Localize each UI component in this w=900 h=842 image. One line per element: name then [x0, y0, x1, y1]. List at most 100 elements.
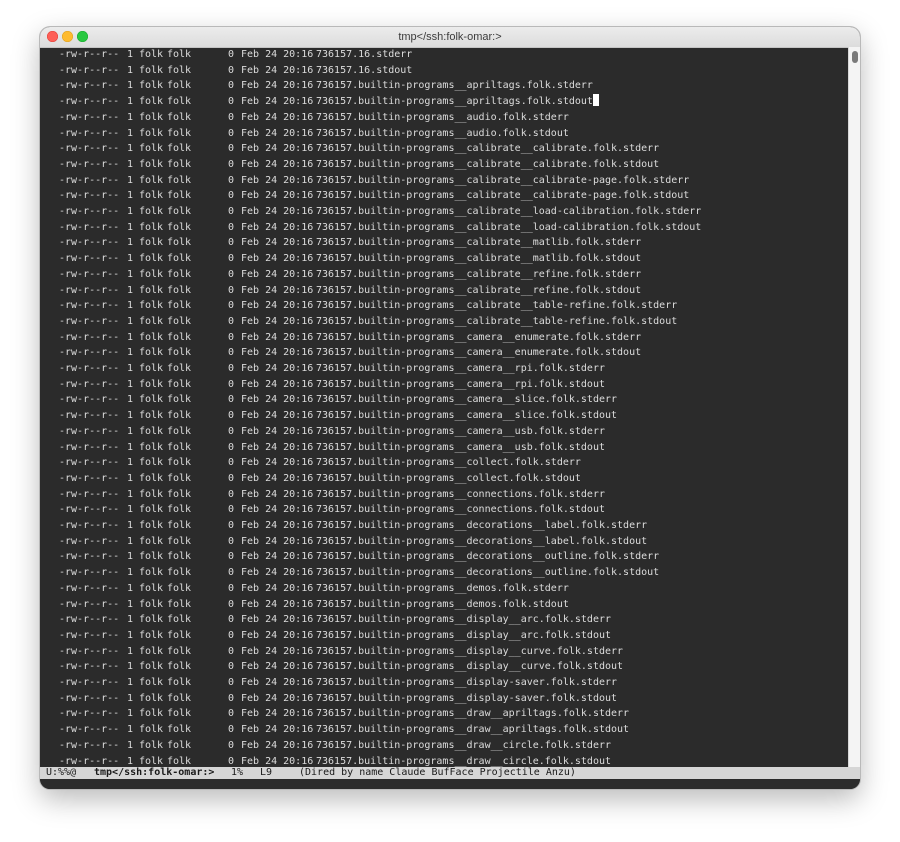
scrollbar-thumb[interactable] — [852, 51, 858, 63]
file-name[interactable]: 736157.builtin-programs__draw__circle.fo… — [316, 754, 611, 768]
file-name[interactable]: 736157.builtin-programs__calibrate__cali… — [316, 173, 689, 189]
dired-buffer[interactable]: -rw-r--r-- 1 folk folk 0 Feb 24 20:16 736157.1… — [40, 47, 848, 767]
file-perm: -rw-r--r-- — [59, 300, 120, 312]
file-links: 1 — [127, 378, 134, 390]
file-name[interactable]: 736157.builtin-programs__display__arc.fo… — [316, 628, 611, 644]
file-name[interactable]: 736157.builtin-programs__audio.folk.stdo… — [316, 126, 569, 142]
file-name[interactable]: 736157.builtin-programs__calibrate__matl… — [316, 251, 641, 267]
file-date: Feb 24 20:16 — [241, 535, 314, 547]
file-date: Feb 24 20:16 — [241, 378, 314, 390]
file-links: 1 — [127, 488, 134, 500]
file-name[interactable]: 736157.builtin-programs__demos.folk.stde… — [316, 581, 569, 597]
file-name[interactable]: 736157.builtin-programs__camera__slice.f… — [316, 408, 617, 424]
file-perm: -rw-r--r-- — [59, 206, 120, 217]
file-perm: -rw-r--r-- — [59, 331, 120, 343]
file-name[interactable]: 736157.builtin-programs__calibrate__cali… — [316, 188, 689, 204]
mode-line-major-minor-modes[interactable]: (Dired by name Claude BufFace Projectile… — [299, 767, 576, 779]
file-name[interactable]: 736157.16.stderr — [316, 47, 412, 63]
file-size: 0 — [228, 535, 235, 547]
file-date: Feb 24 20:16 — [241, 410, 314, 422]
file-links: 1 — [127, 457, 134, 469]
file-name[interactable]: 736157.builtin-programs__camera__slice.f… — [316, 392, 617, 408]
file-perm: -rw-r--r-- — [59, 441, 120, 453]
file-name[interactable]: 736157.builtin-programs__calibrate__load… — [316, 220, 701, 236]
file-name[interactable]: 736157.builtin-programs__calibrate__tabl… — [316, 314, 677, 330]
file-name[interactable]: 736157.builtin-programs__display__arc.fo… — [316, 612, 611, 628]
file-name[interactable]: 736157.builtin-programs__camera__rpi.fol… — [316, 361, 605, 377]
file-owner: folk — [139, 645, 164, 657]
file-name[interactable]: 736157.builtin-programs__collect.folk.st… — [316, 455, 581, 471]
file-owner: folk — [139, 347, 164, 359]
file-name[interactable]: 736157.builtin-programs__connections.fol… — [316, 487, 605, 503]
file-name[interactable]: 736157.builtin-programs__calibrate__cali… — [316, 141, 659, 157]
vertical-scrollbar[interactable] — [848, 47, 860, 767]
file-owner: folk — [139, 504, 164, 516]
file-name[interactable]: 736157.builtin-programs__calibrate__load… — [316, 204, 701, 220]
minibuffer[interactable] — [40, 779, 860, 789]
file-name[interactable]: 736157.builtin-programs__calibrate__matl… — [316, 235, 641, 251]
file-name[interactable]: 736157.builtin-programs__connections.fol… — [316, 502, 605, 518]
file-name[interactable]: 736157.builtin-programs__draw__apriltags… — [316, 722, 629, 738]
file-group: folk — [167, 504, 192, 516]
file-links: 1 — [127, 535, 134, 547]
file-name[interactable]: 736157.builtin-programs__demos.folk.stdo… — [316, 597, 569, 613]
file-group: folk — [167, 724, 192, 736]
file-links: 1 — [127, 64, 134, 76]
file-group: folk — [167, 598, 192, 610]
file-name[interactable]: 736157.builtin-programs__calibrate__tabl… — [316, 298, 677, 314]
file-name[interactable]: 736157.builtin-programs__camera__usb.fol… — [316, 440, 605, 456]
file-size: 0 — [228, 300, 235, 312]
file-size: 0 — [228, 645, 235, 657]
file-name[interactable]: 736157.builtin-programs__display__curve.… — [316, 644, 623, 660]
file-perm: -rw-r--r-- — [59, 111, 120, 123]
file-links: 1 — [127, 221, 134, 233]
title-bar[interactable]: tmp</ssh:folk-omar:> — [40, 27, 860, 48]
file-owner: folk — [139, 268, 164, 280]
file-links: 1 — [127, 331, 134, 343]
file-name[interactable]: 736157.builtin-programs__display-saver.f… — [316, 691, 617, 707]
file-name[interactable]: 736157.builtin-programs__calibrate__refi… — [316, 283, 641, 299]
file-links: 1 — [127, 645, 134, 657]
file-name[interactable]: 736157.builtin-programs__collect.folk.st… — [316, 471, 581, 487]
file-group: folk — [167, 661, 192, 673]
file-name[interactable]: 736157.builtin-programs__camera__usb.fol… — [316, 424, 605, 440]
file-date: Feb 24 20:16 — [241, 504, 314, 516]
file-name[interactable]: 736157.builtin-programs__decorations__ou… — [316, 549, 659, 565]
file-perm: -rw-r--r-- — [59, 629, 120, 641]
file-name[interactable]: 736157.builtin-programs__display-saver.f… — [316, 675, 617, 691]
file-perm: -rw-r--r-- — [59, 253, 120, 265]
file-name[interactable]: 736157.builtin-programs__camera__enumera… — [316, 330, 641, 346]
file-name[interactable]: 736157.builtin-programs__camera__rpi.fol… — [316, 377, 605, 393]
file-links: 1 — [127, 472, 134, 484]
file-owner: folk — [139, 64, 164, 76]
file-name[interactable]: 736157.builtin-programs__decorations__la… — [316, 534, 647, 550]
file-name[interactable]: 736157.builtin-programs__audio.folk.stde… — [316, 110, 569, 126]
file-name[interactable]: 736157.builtin-programs__draw__apriltags… — [316, 706, 629, 722]
file-group: folk — [167, 237, 192, 249]
file-group: folk — [167, 472, 192, 484]
file-name[interactable]: 736157.builtin-programs__draw__circle.fo… — [316, 738, 611, 754]
file-name[interactable]: 736157.builtin-programs__decorations__ou… — [316, 565, 659, 581]
file-perm: -rw-r--r-- — [59, 127, 120, 139]
file-name[interactable]: 736157.16.stdout — [316, 63, 412, 79]
file-perm: -rw-r--r-- — [59, 143, 120, 155]
file-name[interactable]: 736157.builtin-programs__display__curve.… — [316, 659, 623, 675]
file-name[interactable]: 736157.builtin-programs__camera__enumera… — [316, 345, 641, 361]
file-name[interactable]: 736157.builtin-programs__calibrate__cali… — [316, 157, 659, 173]
file-size: 0 — [228, 425, 235, 437]
file-owner: folk — [139, 80, 164, 92]
file-links: 1 — [127, 724, 134, 736]
file-size: 0 — [228, 80, 235, 92]
file-perm: -rw-r--r-- — [59, 457, 120, 469]
file-name[interactable]: 736157.builtin-programs__apriltags.folk.… — [316, 94, 599, 110]
file-name[interactable]: 736157.builtin-programs__decorations__la… — [316, 518, 647, 534]
file-name[interactable]: 736157.builtin-programs__apriltags.folk.… — [316, 78, 593, 94]
file-group: folk — [167, 221, 192, 233]
file-links: 1 — [127, 582, 134, 594]
mode-line-buffer-name[interactable]: tmp</ssh:folk-omar:> — [94, 767, 214, 779]
file-size: 0 — [228, 551, 235, 563]
file-perm: -rw-r--r-- — [59, 739, 120, 751]
emacs-window: tmp</ssh:folk-omar:> -rw-r--r-- 1 folk folk… — [40, 27, 860, 789]
file-name[interactable]: 736157.builtin-programs__calibrate__refi… — [316, 267, 641, 283]
file-size: 0 — [228, 410, 235, 422]
